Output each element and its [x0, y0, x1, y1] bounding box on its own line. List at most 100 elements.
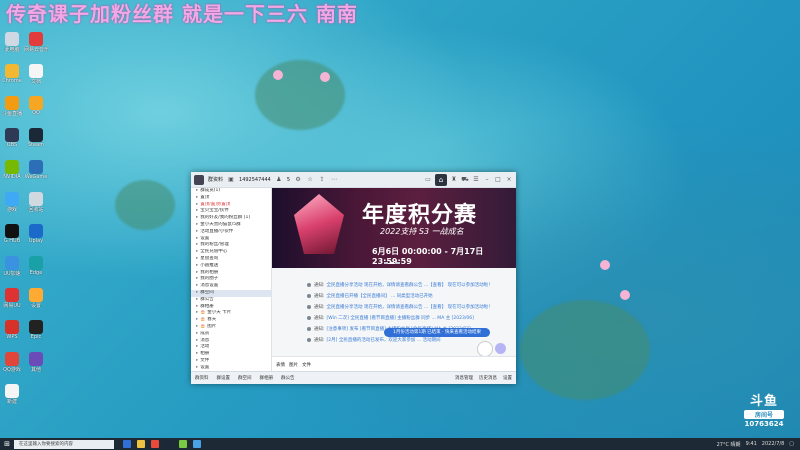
settings-icon[interactable]: ⚙	[294, 176, 302, 184]
notice-row[interactable]: 通知: 全民直播已开播【全民直播间】 ... 同类型活动已开始	[272, 290, 516, 301]
tray-date[interactable]: 2022/7/8	[762, 441, 784, 447]
input-tool-button[interactable]: 表情	[276, 362, 285, 368]
taskbar-search-input[interactable]: 在这里输入你要搜索的内容	[14, 439, 114, 449]
notification-icon[interactable]: ▢	[789, 441, 794, 447]
assistant-avatar[interactable]	[477, 341, 493, 357]
desktop-icon[interactable]: 设置	[24, 288, 48, 309]
car-icon[interactable]: ⛟	[461, 176, 469, 184]
app-icon	[29, 64, 43, 78]
maximize-icon[interactable]: □	[494, 176, 502, 184]
desktop-icon[interactable]: Edge	[24, 256, 48, 276]
sidebar-item[interactable]: ▸ 群相册	[191, 304, 271, 311]
sidebar-item[interactable]: ▸ 宝贝宝宝/伙伴	[191, 208, 271, 215]
notice-row[interactable]: 通知: 全民直播分享活动 现在开始，详情请查看群公告 ...【查看】 现在可以参加…	[272, 279, 516, 290]
taskbar-qq-icon[interactable]	[193, 440, 201, 448]
group-avatar[interactable]	[194, 174, 204, 185]
sidebar-item[interactable]: ▸ 🎂 春天	[191, 317, 271, 324]
bottom-bar-button[interactable]: 群公告	[281, 375, 295, 381]
sidebar-item[interactable]: ▸ 活动直播/小伙伴	[191, 229, 271, 236]
gamepad-icon[interactable]: ♜	[450, 176, 458, 184]
desktop-icon[interactable]: 文档	[24, 64, 48, 85]
chevron-right-icon: ▸	[196, 357, 199, 363]
desktop-icon[interactable]: 新建	[0, 384, 24, 405]
minimize-icon[interactable]: –	[483, 176, 491, 184]
desktop-icon[interactable]: WPS	[0, 320, 24, 340]
sidebar-item[interactable]: ▸ 小圆推送	[191, 263, 271, 270]
video-icon[interactable]: ▭	[424, 176, 432, 184]
taskbar-app-icon[interactable]	[179, 440, 187, 448]
sidebar-item[interactable]: ▸ 我的相册	[191, 270, 271, 277]
sidebar-item[interactable]: ▸ 文件	[191, 358, 271, 365]
desktop-icon-label: WeGame	[24, 174, 48, 180]
desktop-icon[interactable]: Chrome	[0, 64, 24, 84]
sidebar-item[interactable]: ▸ 设置	[191, 236, 271, 243]
taskbar-folder-icon[interactable]	[137, 440, 145, 448]
desktop-icon[interactable]: OBS	[0, 128, 24, 148]
sidebar-item[interactable]: ▸ 置顶	[191, 195, 271, 202]
star-icon[interactable]: ☆	[306, 176, 314, 184]
taskbar-app-icon[interactable]	[151, 440, 159, 448]
desktop-icon[interactable]: G HUB	[0, 224, 24, 244]
sidebar-item[interactable]: ▸ 我的好友/我的粉丝群 [1]	[191, 215, 271, 222]
desktop-icon[interactable]: UU加速	[0, 256, 24, 277]
more-icon[interactable]: ⋯	[330, 176, 338, 184]
taskbar-steam-icon[interactable]	[165, 440, 173, 448]
sidebar-item[interactable]: ▸ 我的圈子	[191, 276, 271, 283]
windows-icon[interactable]: ⊞	[0, 438, 14, 450]
desktop-icon[interactable]: QQ游戏	[0, 352, 24, 373]
desktop-icon[interactable]: 回收站	[24, 192, 48, 213]
sidebar-item[interactable]: ▸ 🎂 图片	[191, 324, 271, 331]
desktop-icon[interactable]: WeGame	[24, 160, 48, 180]
desktop-icon[interactable]: Uplay	[24, 224, 48, 244]
app-icon	[5, 352, 19, 366]
share-icon[interactable]: ⇪	[318, 176, 326, 184]
menu-icon[interactable]: ☰	[472, 176, 480, 184]
sidebar-item[interactable]: ▸ 成员	[191, 331, 271, 338]
sidebar-item[interactable]: ▸ 群公告	[191, 297, 271, 304]
notification-toast[interactable]: 1月份活动第1期 已结束 · 快来查看活动结果	[384, 328, 490, 337]
sidebar-item[interactable]: ▸ 活动	[191, 344, 271, 351]
sidebar-item[interactable]: ▸ 群空间	[191, 289, 271, 297]
banner-pager[interactable]	[384, 262, 400, 264]
sidebar-item[interactable]: ▸ 群成员(1)	[191, 188, 271, 195]
notice-row[interactable]: 通知: [Win 二次] 全民直播 [看节目直播] 主播粉丝群 同步 ... MA…	[272, 312, 516, 323]
tray-time[interactable]: 9:41	[746, 441, 757, 447]
sidebar-item[interactable]: ▸ 我的粉丝/管理	[191, 242, 271, 249]
bottom-bar-button[interactable]: 群空间	[238, 375, 252, 381]
bottom-bar-button[interactable]: 消息管理	[455, 375, 473, 381]
event-banner[interactable]: 年度积分赛 2022支持 S3 一战成名 6月6日 00:00:00 - 7月1…	[272, 188, 516, 268]
desktop-icon[interactable]: 游戏	[0, 192, 24, 213]
close-icon[interactable]: ×	[505, 176, 513, 184]
sidebar-item[interactable]: ▸ 置顶/置顶/置顶	[191, 202, 271, 209]
sidebar-item[interactable]: ▸ 星盘查询	[191, 256, 271, 263]
sidebar-item[interactable]: ▸ 🎂 金小天 卡片	[191, 310, 271, 317]
assistant-bubble-icon[interactable]	[495, 343, 506, 354]
notice-row[interactable]: 通知: 全民直播分享活动 现在开始，详情请查看群公告 ...【查看】 现在可以参加…	[272, 301, 516, 312]
desktop-icon[interactable]: 网易云音乐	[24, 32, 48, 53]
bottom-bar-button[interactable]: 群资料	[195, 375, 209, 381]
home-icon[interactable]: ⌂	[435, 173, 447, 186]
sidebar-item[interactable]: ▸ 消息	[191, 338, 271, 345]
bottom-bar-button[interactable]: 历史消息	[479, 375, 497, 381]
desktop-icon[interactable]: 此电脑	[0, 32, 24, 53]
desktop-icon[interactable]: NVIDIA	[0, 160, 24, 180]
sidebar-item-label: 我的好友/我的粉丝群 [1]	[200, 215, 251, 221]
desktop-icon[interactable]: QQ	[24, 96, 48, 116]
bottom-bar-button[interactable]: 设置	[503, 375, 512, 381]
app-icon	[29, 160, 43, 174]
desktop-icon[interactable]: Epic	[24, 320, 48, 340]
sidebar-item[interactable]: ▸ 金小天营的猫鼠/5群	[191, 222, 271, 229]
taskbar-edge-icon[interactable]	[123, 440, 131, 448]
desktop-icon[interactable]: Steam	[24, 128, 48, 148]
desktop-icon[interactable]: 网易UU	[0, 288, 24, 309]
desktop-icon[interactable]: 其他	[24, 352, 48, 373]
bottom-bar-button[interactable]: 群设置	[217, 375, 231, 381]
desktop-icon[interactable]: 斗鱼直播	[0, 96, 24, 117]
input-tool-button[interactable]: 文件	[302, 362, 311, 368]
sidebar-item[interactable]: ▸ 消息设置	[191, 283, 271, 290]
weather-text[interactable]: 27°C 晴朗	[717, 441, 741, 448]
bottom-bar-button[interactable]: 群相册	[260, 375, 274, 381]
sidebar-item[interactable]: ▸ 相册	[191, 351, 271, 358]
input-tool-button[interactable]: 图片	[289, 362, 298, 368]
sidebar-item[interactable]: ▸ 全民充值中心	[191, 249, 271, 256]
